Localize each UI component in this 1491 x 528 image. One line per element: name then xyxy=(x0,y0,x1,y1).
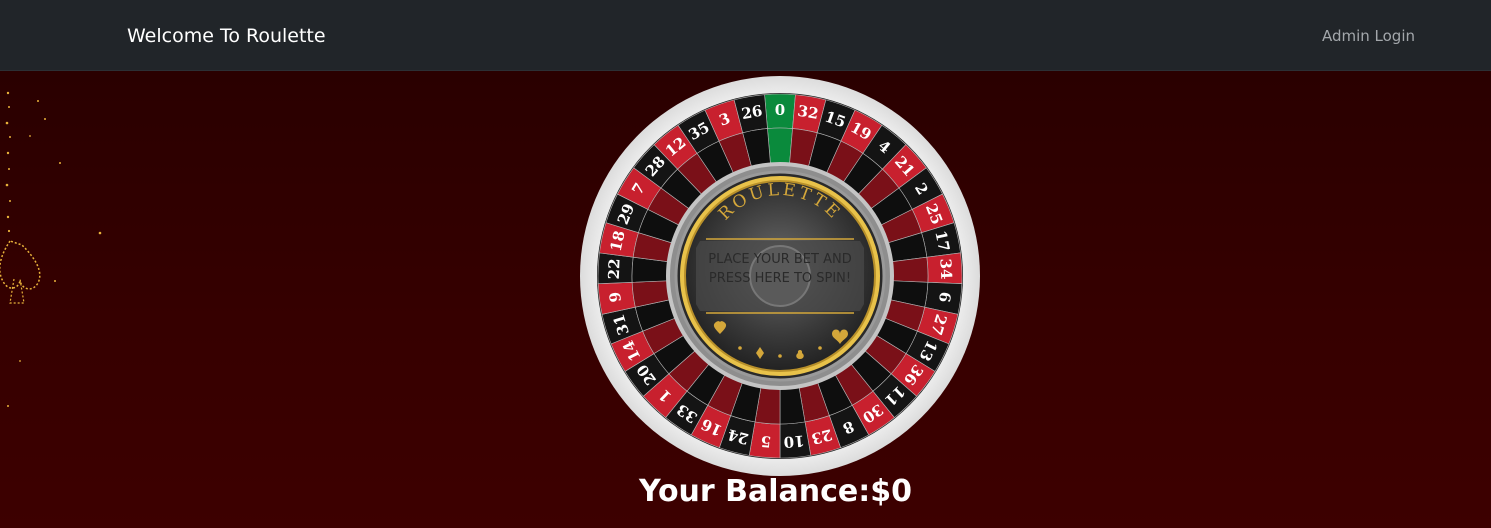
wheel-number-label: 22 xyxy=(605,258,624,280)
balance-label: Your Balance: xyxy=(638,474,871,509)
wheel-number-label: 0 xyxy=(775,101,785,119)
admin-login-link[interactable]: Admin Login xyxy=(1322,26,1415,46)
balance-value: $0 xyxy=(870,474,913,509)
wheel-number-label: 34 xyxy=(936,258,955,280)
pocket-slot-34 xyxy=(890,256,929,283)
wheel-number-label: 5 xyxy=(760,432,772,451)
wheel-number-label: 32 xyxy=(796,102,820,123)
balance-display: Your Balance:$0 xyxy=(0,472,1491,512)
wheel-number-label: 10 xyxy=(783,432,805,452)
sparkle-decoration xyxy=(0,91,102,407)
spin-prompt[interactable]: PLACE YOUR BET AND PRESS HERE TO SPIN! xyxy=(700,250,860,288)
wheel-number-label: 26 xyxy=(740,102,764,123)
game-stage: 0 32 15 19 4 21 2 25 17 34 6 27 13 36 11 30 8 23 10 5 24 16 33… xyxy=(0,71,1491,528)
brand-link[interactable]: Welcome To Roulette xyxy=(127,24,326,48)
pocket-slot-0 xyxy=(767,127,793,165)
top-navbar: Welcome To Roulette Admin Login xyxy=(0,0,1491,71)
